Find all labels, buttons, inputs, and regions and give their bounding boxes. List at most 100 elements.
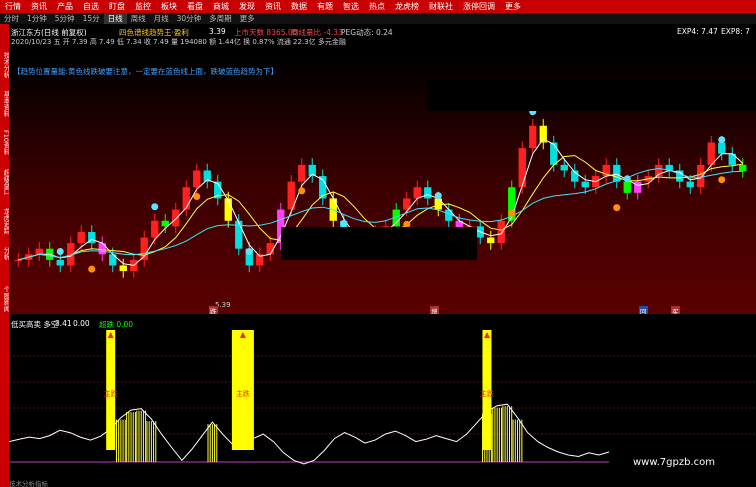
candle-body	[634, 181, 642, 193]
period-item-9[interactable]: 更多	[236, 13, 259, 24]
menu-item-3[interactable]: 自选	[78, 1, 104, 12]
buy-signal-label: 主跌	[480, 389, 494, 398]
candle-body	[529, 125, 537, 149]
menu-item-17[interactable]: 涨停回调	[458, 1, 500, 12]
menu-item-18[interactable]: 更多	[500, 1, 526, 12]
period-item-7[interactable]: 30分钟	[173, 13, 206, 24]
indicator-value-0: 3.39	[209, 27, 226, 36]
candle-body	[686, 181, 694, 188]
bottom-signal-icon	[193, 192, 201, 200]
candle-body	[487, 237, 495, 244]
candle-body	[623, 181, 631, 193]
candle-body	[35, 248, 43, 255]
side-tab-3[interactable]: 超级盘口	[0, 169, 10, 195]
kline-chart-panel[interactable]: 浙江东方(日线 前复权) 四色谱线趋势王·盈利 3.39 上市天数 8365.0…	[9, 24, 756, 314]
menu-item-4[interactable]: 盯盘	[104, 1, 130, 12]
candle-body	[718, 142, 726, 154]
top-signal-icon	[151, 203, 159, 211]
candle-body	[581, 181, 589, 188]
candle-body	[14, 259, 22, 261]
side-tab-1[interactable]: 基本资料	[0, 91, 10, 117]
candle-body	[697, 164, 705, 188]
menu-item-5[interactable]: 监控	[130, 1, 156, 12]
side-tab-5[interactable]: 分析	[0, 247, 10, 260]
period-item-2[interactable]: 5分钟	[51, 13, 79, 24]
candle-body	[613, 164, 621, 182]
price-marker-1: 增	[430, 306, 439, 314]
buy-signal-label: 主跌	[104, 389, 118, 398]
exp8-label: EXP8: 7	[721, 27, 750, 36]
oscillator-panel[interactable]: 主跌 主跌 主跌 低买高卖 多空 3.41 0.00 超跌 0.00 www.7gp…	[9, 316, 756, 487]
bottom-signal-icon	[718, 176, 726, 184]
period-item-6[interactable]: 月线	[150, 13, 173, 24]
occluder-middle	[281, 227, 477, 260]
candle-body	[77, 231, 85, 244]
occluder-top-right	[427, 79, 756, 111]
side-tab-2[interactable]: F10资料	[0, 130, 10, 155]
bottom-signal-icon	[298, 187, 306, 195]
period-item-3[interactable]: 15分	[79, 13, 104, 24]
top-signal-icon	[718, 136, 726, 144]
lower-title: 低买高卖 多空	[11, 320, 59, 329]
menu-item-6[interactable]: 板块	[156, 1, 182, 12]
left-side-tabs: 技术分析基本资料 F10资料超级盘口龙虎追踪分析个股新闻	[0, 24, 10, 487]
price-marker-3: 买	[671, 306, 680, 314]
candle-body	[518, 148, 526, 188]
top-menu-bar: 行情 资讯 产品 自选 盯盘 监控 板块 看盘 商城 发现 资讯 数据 有题 智选 热点 龙虎榜 财联社 涨停回调…	[0, 0, 756, 13]
menu-item-10[interactable]: 资讯	[260, 1, 286, 12]
menu-item-12[interactable]: 有题	[312, 1, 338, 12]
menu-item-1[interactable]: 资讯	[26, 1, 52, 12]
watermark: www.7gpzb.com	[633, 457, 715, 468]
menu-item-11[interactable]: 数据	[286, 1, 312, 12]
candle-body	[298, 164, 306, 182]
price-info-line: 2020/10/23 五 开 7.39 高 7.49 低 7.34 收 7.49…	[11, 38, 346, 46]
candle-body	[424, 187, 432, 199]
candle-body	[151, 220, 159, 238]
candle-body	[413, 187, 421, 199]
top-signal-icon	[340, 220, 348, 228]
menu-item-0[interactable]: 行情	[0, 1, 26, 12]
exp4-label: EXP4: 7.47	[677, 27, 718, 36]
top-signal-icon	[56, 247, 64, 255]
menu-item-7[interactable]: 看盘	[182, 1, 208, 12]
candle-body	[193, 170, 201, 188]
menu-item-15[interactable]: 龙虎榜	[390, 1, 424, 12]
period-item-4[interactable]: 日线	[103, 13, 127, 24]
candle-body	[434, 198, 442, 210]
menu-item-16[interactable]: 财联社	[424, 1, 458, 12]
candle-body	[550, 142, 558, 165]
candle-body	[739, 164, 747, 172]
price-marker-0: 跌	[209, 306, 218, 314]
menu-item-13[interactable]: 智选	[338, 1, 364, 12]
candle-body	[56, 259, 64, 266]
buy-signal-label: 主跌	[236, 389, 250, 398]
lower-extra: 超跌 0.00	[99, 320, 134, 329]
candle-body	[182, 187, 190, 210]
menu-item-8[interactable]: 商城	[208, 1, 234, 12]
period-item-5[interactable]: 周线	[127, 13, 150, 24]
top-signal-icon	[245, 247, 253, 255]
lower-value-1: 0.00	[73, 319, 90, 328]
candle-body	[560, 164, 568, 171]
period-item-8[interactable]: 多周期	[205, 13, 236, 24]
candle-body	[98, 243, 106, 255]
price-marker-2: 回	[639, 306, 648, 314]
bottom-tab: 技术分析指标	[9, 480, 48, 487]
top-signal-icon	[623, 175, 631, 183]
indicator-value-3: PEG动态: 0.24	[341, 28, 393, 37]
bottom-signal-icon	[508, 209, 516, 217]
candle-body	[172, 209, 180, 227]
candle-body	[266, 243, 274, 255]
bottom-signal-icon	[613, 204, 621, 212]
side-tab-0[interactable]: 技术分析	[0, 52, 10, 78]
period-item-0[interactable]: 分时	[0, 13, 23, 24]
side-tab-6[interactable]: 个股新闻	[0, 286, 10, 312]
candle-body	[497, 220, 505, 244]
side-tab-4[interactable]: 龙虎追踪	[0, 208, 10, 234]
menu-item-9[interactable]: 发现	[234, 1, 260, 12]
menu-item-2[interactable]: 产品	[52, 1, 78, 12]
period-item-1[interactable]: 1分钟	[23, 13, 51, 24]
menu-item-14[interactable]: 热点	[364, 1, 390, 12]
lower-value-0: 3.41	[55, 319, 72, 328]
candle-body	[119, 265, 127, 272]
